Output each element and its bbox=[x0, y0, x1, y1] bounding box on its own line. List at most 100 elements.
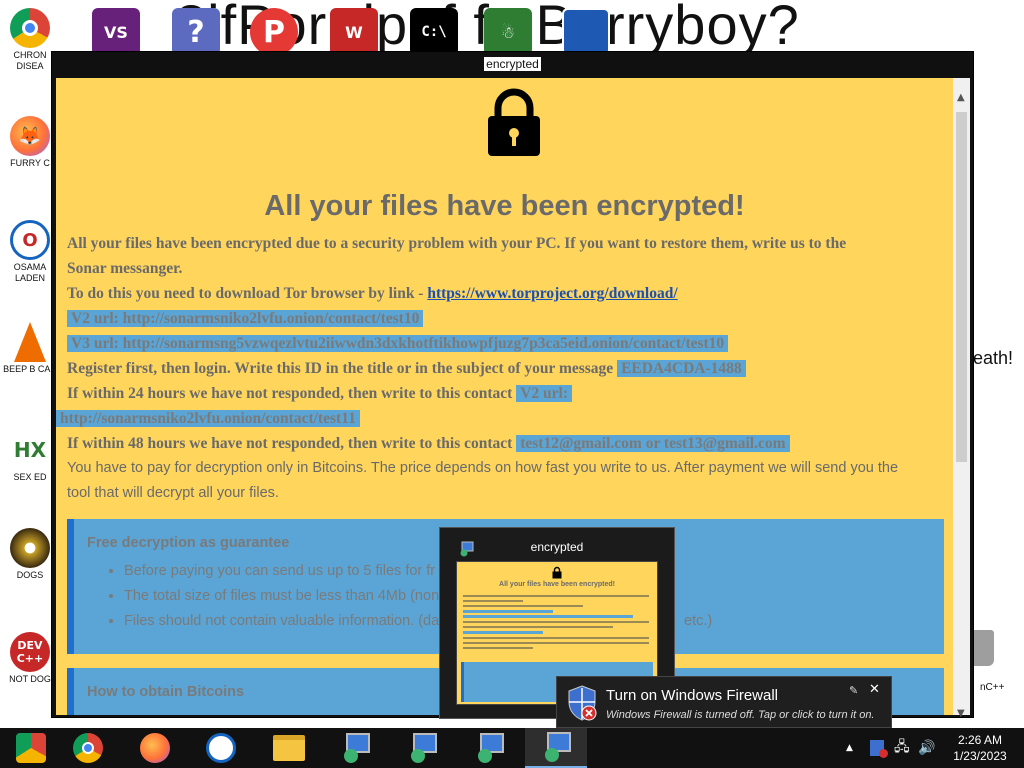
preview-line bbox=[463, 637, 649, 639]
firewall-shield-icon bbox=[568, 685, 597, 721]
notification-title: Turn on Windows Firewall bbox=[606, 687, 778, 704]
desktop-icon-firefox[interactable]: 🦊 FURRY C bbox=[2, 116, 58, 169]
taskbar-file-explorer[interactable] bbox=[258, 728, 320, 768]
preview-line bbox=[463, 631, 543, 634]
desktop-icon-label-right: nC++ bbox=[980, 682, 1005, 693]
desktop-icon-label: OSAMA LADEN bbox=[13, 262, 47, 283]
message-line: Register first, then login. Write this I… bbox=[67, 356, 947, 381]
desktop-icon-notdog[interactable]: DEV C++ Not Dog bbox=[2, 632, 58, 685]
desktop-icon-chrome[interactable]: CHRON DISEA bbox=[2, 8, 58, 72]
taskbar-chrome[interactable] bbox=[57, 728, 119, 768]
desktop-icon-label: BEEP B CAR bbox=[3, 364, 57, 374]
taskbar-firefox[interactable] bbox=[124, 728, 186, 768]
scroll-down-icon[interactable]: ▼ bbox=[957, 708, 965, 719]
pin-icon[interactable]: ✎ bbox=[849, 684, 858, 697]
contact-24h-v2-label: V2 url: bbox=[516, 385, 573, 402]
preview-line bbox=[463, 605, 583, 607]
vlc-cone-icon bbox=[14, 322, 46, 362]
message-line: If within 24 hours we have not responded… bbox=[67, 381, 947, 406]
chrome-icon bbox=[73, 733, 103, 763]
chrome-icon bbox=[10, 8, 50, 48]
tor-instruction: To do this you need to download Tor brow… bbox=[67, 285, 424, 302]
taskbar-chrome-skin[interactable] bbox=[0, 728, 62, 768]
v3-url-highlight: V3 url: http://sonarmsng5vzwqezlvtu2iiww… bbox=[67, 335, 729, 352]
preview-line bbox=[463, 595, 649, 597]
firewall-notification[interactable]: Turn on Windows Firewall Windows Firewal… bbox=[556, 676, 892, 728]
taskbar-app-encrypted[interactable] bbox=[525, 728, 587, 768]
vertical-scrollbar[interactable]: ▲ ▼ bbox=[953, 78, 970, 719]
padlock-icon bbox=[488, 88, 540, 156]
scrollbar-thumb[interactable] bbox=[956, 112, 967, 462]
system-clock[interactable]: 2:26 AM 1/23/2023 bbox=[942, 732, 1018, 764]
preview-line bbox=[463, 610, 553, 613]
desktop-icon-label: CHRON DISEA bbox=[13, 50, 47, 71]
window-title: encrypted bbox=[484, 57, 541, 71]
preview-line bbox=[463, 615, 633, 618]
app-icon bbox=[545, 732, 571, 762]
thumbnail-title: encrypted bbox=[530, 540, 584, 554]
question-icon[interactable]: ? bbox=[172, 8, 220, 56]
network-icon[interactable]: 🖧 bbox=[894, 728, 910, 768]
p-logo-icon[interactable]: P bbox=[250, 8, 298, 56]
app-icon bbox=[478, 733, 504, 763]
taskbar-app-2[interactable] bbox=[391, 728, 453, 768]
tor-download-link[interactable]: https://www.torproject.org/download/ bbox=[427, 285, 677, 302]
contact-24h-url: http://sonarmsniko2lvfu.onion/contact/te… bbox=[56, 410, 360, 427]
chrome-skin-icon bbox=[16, 733, 46, 763]
list-item-tail: etc.) bbox=[684, 613, 713, 629]
firefox-icon bbox=[140, 733, 170, 763]
firewall-warning-tray-icon[interactable] bbox=[870, 728, 888, 768]
preview-line bbox=[463, 626, 613, 628]
vs-icon[interactable]: VS bbox=[92, 8, 140, 56]
taskbar-app-3[interactable] bbox=[458, 728, 520, 768]
preview-line bbox=[463, 642, 649, 644]
list-item-text: Files should not contain valuable inform… bbox=[124, 613, 444, 629]
ransom-message: All your files have been encrypted due t… bbox=[56, 231, 947, 506]
message-line: http://sonarmsniko2lvfu.onion/contact/te… bbox=[56, 406, 947, 431]
register-text: Register first, then login. Write this I… bbox=[67, 360, 614, 377]
clock-date: 1/23/2023 bbox=[953, 749, 1007, 763]
desktop-icon-label: SEX ED bbox=[13, 472, 47, 482]
payment-text: You have to pay for decryption only in B… bbox=[67, 460, 899, 476]
message-line: V3 url: http://sonarmsng5vzwqezlvtu2iiww… bbox=[67, 331, 947, 356]
close-icon[interactable]: ✕ bbox=[869, 682, 880, 697]
taskbar-obama[interactable] bbox=[190, 728, 252, 768]
desktop-icon-osama[interactable]: O OSAMA LADEN bbox=[2, 220, 58, 284]
message-line: Sonar messanger. bbox=[67, 260, 183, 277]
desktop-icon-label: Not Dog bbox=[9, 674, 51, 684]
message-line: To do this you need to download Tor brow… bbox=[67, 281, 947, 306]
show-hidden-icons-chevron-icon[interactable]: ▲ bbox=[846, 728, 853, 768]
preview-line bbox=[463, 600, 523, 602]
dogs-disc-icon bbox=[10, 528, 50, 568]
obama-logo-icon: O bbox=[10, 220, 50, 260]
contact-48h-email: test12@gmail.com or test13@gmail.com bbox=[516, 435, 790, 452]
volume-icon[interactable]: 🔊 bbox=[918, 728, 935, 768]
taskbar: ▲ 🖧 🔊 2:26 AM 1/23/2023 bbox=[0, 728, 1024, 768]
game-icon[interactable]: W bbox=[330, 8, 378, 56]
scroll-up-icon[interactable]: ▲ bbox=[957, 92, 965, 103]
window-titlebar[interactable]: encrypted bbox=[52, 52, 973, 74]
folder-icon bbox=[273, 735, 305, 761]
app-icon bbox=[411, 733, 437, 763]
v2-url-highlight: V2 url: http://sonarmsniko2lvfu.onion/co… bbox=[67, 310, 424, 327]
payment-text: tool that will decrypt all your files. bbox=[67, 485, 279, 501]
desktop-icon-beep[interactable]: BEEP B CAR bbox=[2, 322, 58, 375]
contact-48h-text: If within 48 hours we have not responded… bbox=[67, 435, 513, 452]
victim-id-highlight: EEDA4CDA-1488 bbox=[617, 360, 746, 377]
preview-line bbox=[463, 621, 649, 623]
desktop-icon-sexed[interactable]: HX SEX ED bbox=[2, 430, 58, 483]
notification-body: Windows Firewall is turned off. Tap or c… bbox=[606, 709, 875, 721]
firefox-icon: 🦊 bbox=[10, 116, 50, 156]
cmd-icon[interactable]: C:\ bbox=[410, 8, 458, 56]
message-line: V2 url: http://sonarmsniko2lvfu.onion/co… bbox=[67, 306, 947, 331]
santa-icon[interactable]: ☃ bbox=[484, 8, 532, 56]
devcpp-icon: DEV C++ bbox=[10, 632, 50, 672]
page-title: All your files have been encrypted! bbox=[264, 190, 745, 222]
clock-time: 2:26 AM bbox=[957, 733, 1003, 747]
window-icon[interactable] bbox=[562, 8, 610, 56]
preview-line bbox=[463, 647, 533, 649]
background-side-text: eath! bbox=[973, 348, 1014, 368]
desktop-icon-dogs[interactable]: Dogs bbox=[2, 528, 58, 581]
taskbar-app-1[interactable] bbox=[324, 728, 386, 768]
padlock-icon bbox=[552, 566, 562, 579]
